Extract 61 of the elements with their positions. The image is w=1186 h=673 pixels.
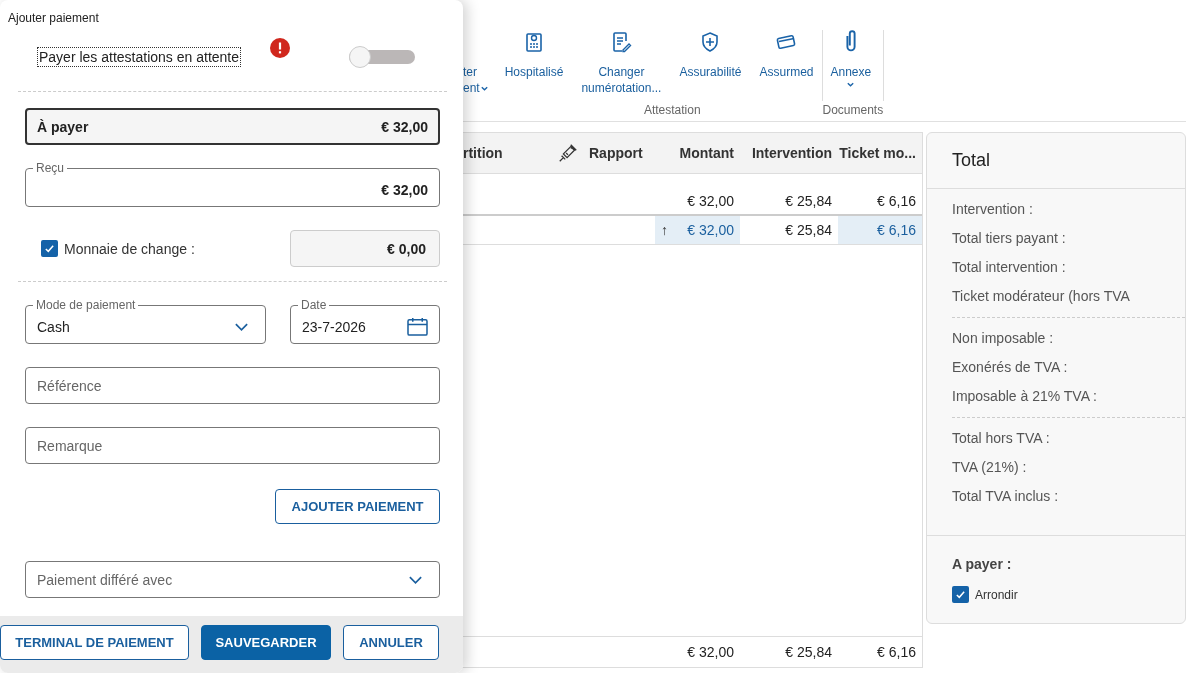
total-label: Total TVA inclus :: [952, 487, 1060, 506]
total-label: TVA (21%) :: [952, 458, 1028, 477]
round-checkbox[interactable]: [952, 586, 969, 603]
total-label: Imposable à 21% TVA :: [952, 387, 1098, 406]
column-header[interactable]: rtition: [463, 145, 503, 161]
sort-arrow: ↑: [660, 222, 668, 238]
add-payment-button[interactable]: AJOUTER PAIEMENT: [275, 489, 440, 524]
ribbon-button[interactable]: Changer numérotation...: [573, 30, 670, 103]
ribbon-button[interactable]: Assurmed: [751, 30, 822, 103]
check-icon: [43, 242, 56, 255]
table-cell: € 6,16: [877, 193, 916, 209]
total-label: Intervention :: [952, 200, 1034, 219]
save-button[interactable]: SAUVEGARDER: [201, 625, 331, 660]
total-label: Exonérés de TVA :: [952, 358, 1069, 377]
total-label: Total intervention :: [952, 258, 1067, 277]
paperclip-icon: [845, 30, 856, 54]
total-label: Non imposable :: [952, 329, 1055, 348]
chevron-down-icon: [234, 321, 249, 332]
to-pay-label: A payer :: [952, 556, 1013, 572]
input-field[interactable]: Référence: [25, 367, 440, 404]
ribbon-button[interactable]: Annexe: [822, 30, 880, 103]
chevron-down-icon: [408, 574, 423, 585]
footer-button[interactable]: ANNULER: [343, 625, 439, 660]
input-field[interactable]: Remarque: [25, 427, 440, 464]
group-label: Attestation: [642, 103, 702, 117]
column-header[interactable]: Intervention: [751, 145, 832, 161]
total-label: Total hors TVA :: [952, 429, 1051, 448]
footer-button[interactable]: TERMINAL DE PAIEMENT: [0, 625, 189, 660]
table-cell: € 32,00: [687, 222, 734, 238]
check-icon: [954, 588, 967, 601]
ribbon-button[interactable]: ter ent: [463, 30, 495, 103]
change-value: € 0,00: [387, 240, 426, 257]
ribbon-button[interactable]: Assurabilité: [671, 30, 750, 103]
date-field[interactable]: Date 23-7-2026: [290, 298, 440, 344]
calendar-icon: [407, 317, 428, 336]
total-label: Ticket modérateur (hors TVA: [952, 287, 1131, 306]
amount-label: À payer: [37, 118, 89, 135]
ribbon-button[interactable]: Hospitalisé: [496, 30, 572, 103]
checkbox-label: Monnaie de change :: [64, 240, 195, 257]
table-cell: € 32,00: [687, 193, 734, 209]
select-field[interactable]: Mode de paiement Cash: [25, 298, 266, 344]
amount-value: € 32,00: [381, 118, 428, 135]
input-field[interactable]: Reçu € 32,00: [25, 161, 440, 207]
panel-title: Total: [952, 150, 991, 171]
syringe-icon: [557, 142, 579, 164]
column-header[interactable]: Rapport: [589, 145, 643, 161]
table-cell: € 6,16: [877, 222, 916, 238]
group-label: Documents: [822, 103, 884, 117]
select-field[interactable]: Paiement différé avec: [25, 561, 440, 598]
total-cell: € 6,16: [877, 644, 916, 660]
total-cell: € 32,00: [687, 644, 734, 660]
checkbox[interactable]: [41, 240, 58, 257]
total-label: Total tiers payant :: [952, 229, 1067, 248]
dialog-title: Ajouter paiement: [8, 11, 100, 25]
toggle-label: Payer les attestations en attente: [38, 48, 240, 66]
column-header[interactable]: Montant: [679, 145, 734, 161]
total-cell: € 25,84: [785, 644, 832, 660]
table-cell: € 25,84: [785, 193, 832, 209]
column-header[interactable]: Ticket mo...: [839, 145, 916, 161]
checkbox-label: Arrondir: [975, 587, 1018, 602]
table-cell: € 25,84: [785, 222, 832, 238]
